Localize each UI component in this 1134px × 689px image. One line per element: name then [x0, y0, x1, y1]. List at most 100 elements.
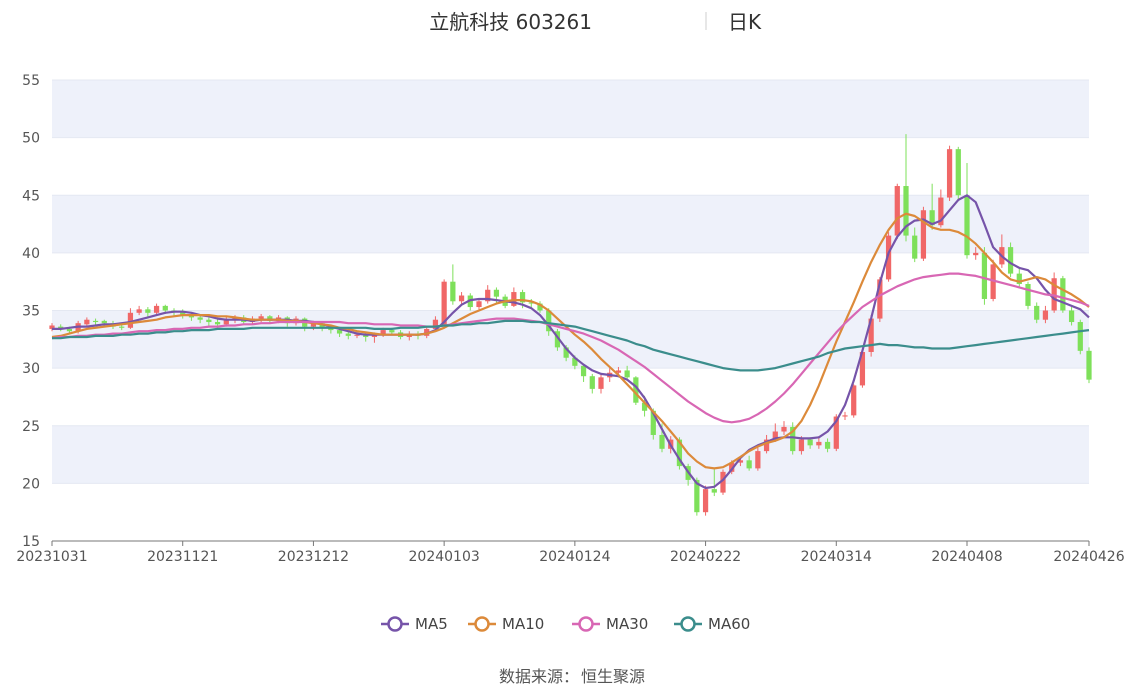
candle[interactable]: [511, 287, 517, 308]
candle-body: [92, 320, 99, 323]
candle-body: [920, 210, 927, 259]
candle-body: [258, 316, 264, 319]
candle-body: [624, 370, 630, 378]
candle-body: [1086, 350, 1092, 380]
x-tick-label: 20240124: [539, 549, 610, 565]
candle-body: [964, 195, 970, 256]
candle-body: [101, 320, 107, 324]
candle-body: [1025, 283, 1031, 306]
candle[interactable]: [1060, 275, 1066, 313]
legend-marker: [474, 616, 490, 632]
x-tick-label: 20240426: [1053, 549, 1124, 565]
candle[interactable]: [851, 384, 857, 418]
y-tick-label: 25: [22, 419, 40, 435]
candle-body: [345, 333, 351, 336]
candle[interactable]: [964, 162, 970, 259]
x-tick-label: 20231212: [278, 549, 349, 565]
candle-body: [450, 281, 456, 302]
candle-body: [580, 365, 587, 377]
y-tick-label: 20: [22, 476, 40, 492]
background-bands: [52, 80, 1089, 484]
candle-body: [1068, 310, 1075, 323]
candle-body: [973, 252, 979, 256]
candle[interactable]: [1077, 319, 1083, 355]
candle-body: [711, 489, 717, 493]
legend-marker: [578, 616, 594, 632]
candle[interactable]: [476, 298, 482, 310]
candle-body: [441, 281, 447, 325]
candle-body: [119, 326, 125, 328]
candle-body: [807, 439, 813, 446]
source-label: 数据来源：: [499, 667, 579, 686]
candle-body: [816, 441, 822, 446]
candle-body: [894, 186, 900, 236]
candle[interactable]: [485, 285, 491, 304]
candle[interactable]: [894, 183, 900, 240]
candle-body: [746, 460, 752, 469]
candle[interactable]: [1086, 347, 1092, 384]
candle[interactable]: [450, 264, 456, 305]
candle[interactable]: [955, 146, 961, 202]
candle[interactable]: [1025, 281, 1031, 310]
candle-body: [659, 434, 665, 449]
candle[interactable]: [589, 373, 595, 394]
legend-label: MA10: [502, 615, 544, 633]
x-tick-label: 20231031: [16, 549, 87, 565]
chart-header: 立航科技 603261 日K: [429, 10, 762, 34]
chart-title: 立航科技 603261: [429, 10, 592, 34]
candle[interactable]: [1051, 272, 1057, 313]
x-axis: 20231031 20231121 20231212 20240103 20240124…: [16, 540, 1125, 565]
grid-band: [52, 310, 1089, 369]
candle[interactable]: [702, 485, 709, 516]
y-tick-label: 45: [22, 188, 40, 204]
candle-body: [214, 322, 221, 325]
candle[interactable]: [1007, 242, 1014, 278]
y-tick-label: 40: [22, 246, 40, 262]
y-tick-label: 55: [22, 73, 40, 89]
candle[interactable]: [1016, 269, 1022, 288]
candle[interactable]: [920, 206, 927, 261]
candle-body: [206, 319, 212, 323]
legend-item-ma10[interactable]: MA10: [468, 615, 544, 633]
legend-label: MA5: [415, 615, 448, 633]
chart-period[interactable]: 日K: [728, 10, 762, 34]
candle-body: [66, 328, 73, 332]
candle-body: [336, 330, 343, 334]
candle[interactable]: [842, 411, 848, 420]
candle-body: [458, 295, 465, 302]
y-tick-label: 50: [22, 131, 40, 147]
legend-item-ma30[interactable]: MA30: [572, 615, 648, 633]
x-tick-label: 20240222: [670, 549, 741, 565]
candle-body: [127, 312, 134, 328]
candle-body: [1077, 322, 1083, 351]
grid-band: [52, 425, 1089, 484]
candle-body: [912, 235, 918, 259]
candle-body: [136, 309, 142, 313]
candle-body: [589, 376, 595, 389]
candle-body: [162, 305, 168, 311]
legend-marker: [387, 616, 403, 632]
grid-band: [52, 80, 1089, 138]
legend-item-ma60[interactable]: MA60: [674, 615, 750, 633]
legend-label: MA60: [708, 615, 750, 633]
x-tick-label: 20231121: [147, 549, 218, 565]
candle-body: [781, 426, 787, 432]
candle-body: [755, 451, 761, 469]
candle-body: [851, 385, 857, 416]
x-tick-label: 20240408: [931, 549, 1002, 565]
y-tick-label: 15: [22, 534, 40, 550]
x-tick-label: 20240103: [409, 549, 480, 565]
source-value: 恒生聚源: [581, 667, 645, 686]
candle-body: [824, 441, 831, 449]
candle[interactable]: [946, 145, 953, 202]
y-tick-label: 30: [22, 361, 40, 377]
candle-body: [84, 319, 90, 325]
candle-body: [1060, 278, 1066, 311]
legend: MA5 MA10 MA30 MA60: [381, 615, 750, 633]
legend-item-ma5[interactable]: MA5: [381, 615, 448, 633]
legend-marker: [680, 616, 696, 632]
candle-body: [702, 489, 709, 513]
legend-label: MA30: [606, 615, 648, 633]
candle-body: [955, 149, 961, 196]
candle[interactable]: [598, 373, 604, 394]
